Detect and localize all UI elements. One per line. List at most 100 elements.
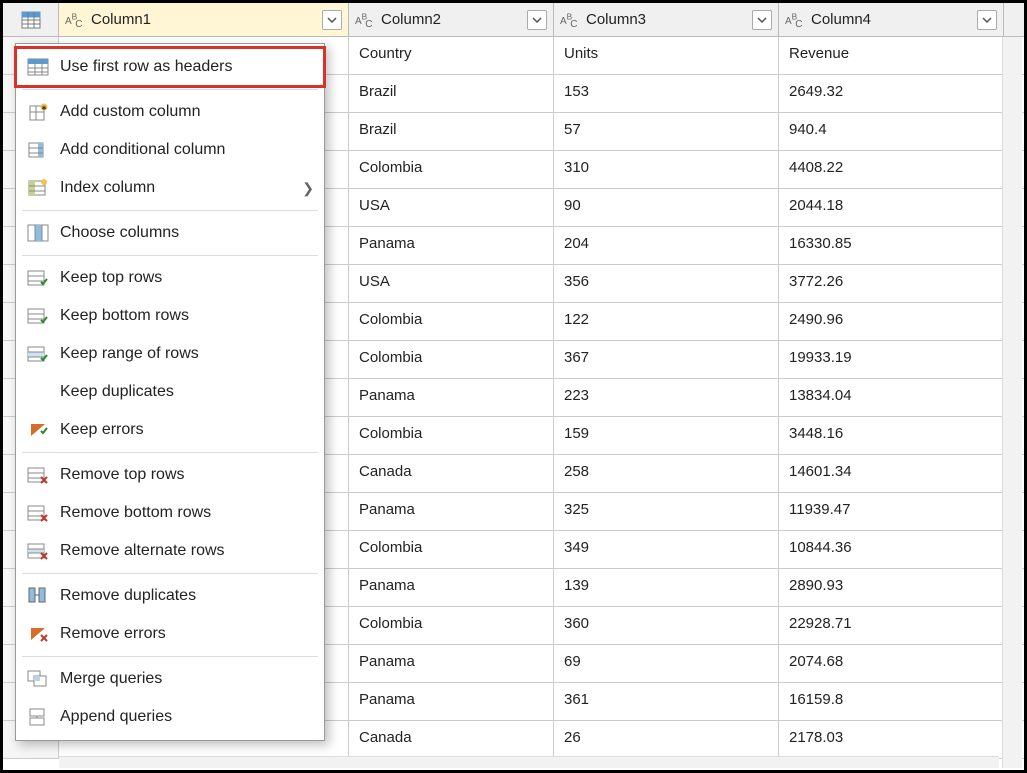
cell[interactable]: Canada [349, 455, 554, 492]
cell[interactable]: 2074.68 [779, 645, 1004, 682]
column-header-column4[interactable]: ABC Column4 [779, 3, 1004, 36]
table-corner-button[interactable] [3, 3, 59, 36]
cell[interactable]: Colombia [349, 607, 554, 644]
cell[interactable]: 360 [554, 607, 779, 644]
cell[interactable]: Panama [349, 379, 554, 416]
text-type-icon: ABC [560, 12, 582, 26]
menu-keep-top-rows[interactable]: Keep top rows [16, 259, 324, 297]
cell[interactable]: Colombia [349, 341, 554, 378]
column-filter-button[interactable] [322, 10, 342, 30]
column-header-column2[interactable]: ABC Column2 [349, 3, 554, 36]
cell[interactable]: 2044.18 [779, 189, 1004, 226]
keep-bottom-rows-icon [24, 303, 52, 329]
cell[interactable]: 310 [554, 151, 779, 188]
cell[interactable]: 361 [554, 683, 779, 720]
menu-add-conditional-column[interactable]: Add conditional column [16, 131, 324, 169]
cell[interactable]: 10844.36 [779, 531, 1004, 568]
menu-remove-errors[interactable]: Remove errors [16, 615, 324, 653]
conditional-column-icon [24, 137, 52, 163]
cell[interactable]: 2649.32 [779, 75, 1004, 112]
cell[interactable]: Colombia [349, 417, 554, 454]
table-icon [21, 11, 41, 29]
menu-merge-queries[interactable]: Merge queries [16, 660, 324, 698]
cell[interactable]: 356 [554, 265, 779, 302]
menu-keep-duplicates[interactable]: Keep duplicates [16, 373, 324, 411]
cell[interactable]: Revenue [779, 37, 1004, 74]
cell[interactable]: 2490.96 [779, 303, 1004, 340]
cell[interactable]: 26 [554, 721, 779, 758]
menu-append-queries[interactable]: Append queries [16, 698, 324, 736]
menu-keep-errors[interactable]: Keep errors [16, 411, 324, 449]
cell[interactable]: 57 [554, 113, 779, 150]
menu-separator [22, 656, 318, 657]
menu-keep-range-of-rows[interactable]: Keep range of rows [16, 335, 324, 373]
cell[interactable]: 4408.22 [779, 151, 1004, 188]
cell[interactable]: Brazil [349, 113, 554, 150]
menu-choose-columns[interactable]: Choose columns [16, 214, 324, 252]
chevron-down-icon [982, 17, 992, 23]
column-name-label: Column2 [377, 11, 527, 28]
cell[interactable]: 139 [554, 569, 779, 606]
menu-remove-bottom-rows[interactable]: Remove bottom rows [16, 494, 324, 532]
cell[interactable]: Panama [349, 683, 554, 720]
keep-duplicates-icon [24, 379, 52, 405]
menu-add-custom-column[interactable]: ✱ Add custom column [16, 93, 324, 131]
cell[interactable]: 22928.71 [779, 607, 1004, 644]
cell[interactable]: 16159.8 [779, 683, 1004, 720]
menu-index-column[interactable]: Index column ❯ [16, 169, 324, 207]
cell[interactable]: 940.4 [779, 113, 1004, 150]
menu-remove-duplicates[interactable]: Remove duplicates [16, 577, 324, 615]
cell[interactable]: Panama [349, 227, 554, 264]
cell[interactable]: 90 [554, 189, 779, 226]
horizontal-scrollbar[interactable] [59, 756, 999, 768]
menu-separator [22, 573, 318, 574]
cell[interactable]: 14601.34 [779, 455, 1004, 492]
cell[interactable]: 11939.47 [779, 493, 1004, 530]
cell[interactable]: 69 [554, 645, 779, 682]
cell[interactable]: Panama [349, 645, 554, 682]
cell[interactable]: 2890.93 [779, 569, 1004, 606]
menu-label: Use first row as headers [60, 58, 314, 76]
menu-remove-top-rows[interactable]: Remove top rows [16, 456, 324, 494]
table-headers-icon [24, 54, 52, 80]
cell[interactable]: 3448.16 [779, 417, 1004, 454]
index-column-icon [24, 175, 52, 201]
cell[interactable]: USA [349, 189, 554, 226]
vertical-scrollbar[interactable] [1002, 37, 1022, 768]
cell[interactable]: 13834.04 [779, 379, 1004, 416]
cell[interactable]: 122 [554, 303, 779, 340]
cell[interactable]: Panama [349, 569, 554, 606]
column-filter-button[interactable] [977, 10, 997, 30]
cell[interactable]: Country [349, 37, 554, 74]
cell[interactable]: 349 [554, 531, 779, 568]
cell[interactable]: 153 [554, 75, 779, 112]
cell[interactable]: Brazil [349, 75, 554, 112]
cell[interactable]: 16330.85 [779, 227, 1004, 264]
cell[interactable]: 19933.19 [779, 341, 1004, 378]
cell[interactable]: 2178.03 [779, 721, 1004, 758]
cell[interactable]: 159 [554, 417, 779, 454]
chevron-right-icon: ❯ [302, 180, 314, 197]
remove-bottom-rows-icon [24, 500, 52, 526]
cell[interactable]: 3772.26 [779, 265, 1004, 302]
cell[interactable]: Panama [349, 493, 554, 530]
cell[interactable]: 258 [554, 455, 779, 492]
column-filter-button[interactable] [752, 10, 772, 30]
menu-keep-bottom-rows[interactable]: Keep bottom rows [16, 297, 324, 335]
menu-remove-alternate-rows[interactable]: Remove alternate rows [16, 532, 324, 570]
column-header-column3[interactable]: ABC Column3 [554, 3, 779, 36]
menu-use-first-row-as-headers[interactable]: Use first row as headers [16, 48, 324, 86]
cell[interactable]: Canada [349, 721, 554, 758]
cell[interactable]: USA [349, 265, 554, 302]
cell[interactable]: 367 [554, 341, 779, 378]
column-filter-button[interactable] [527, 10, 547, 30]
column-header-column1[interactable]: ABC Column1 [59, 3, 349, 36]
cell[interactable]: Colombia [349, 151, 554, 188]
cell[interactable]: Colombia [349, 531, 554, 568]
cell[interactable]: 325 [554, 493, 779, 530]
cell[interactable]: 204 [554, 227, 779, 264]
cell[interactable]: 223 [554, 379, 779, 416]
cell[interactable]: Colombia [349, 303, 554, 340]
cell[interactable]: Units [554, 37, 779, 74]
remove-alternate-rows-icon [24, 538, 52, 564]
